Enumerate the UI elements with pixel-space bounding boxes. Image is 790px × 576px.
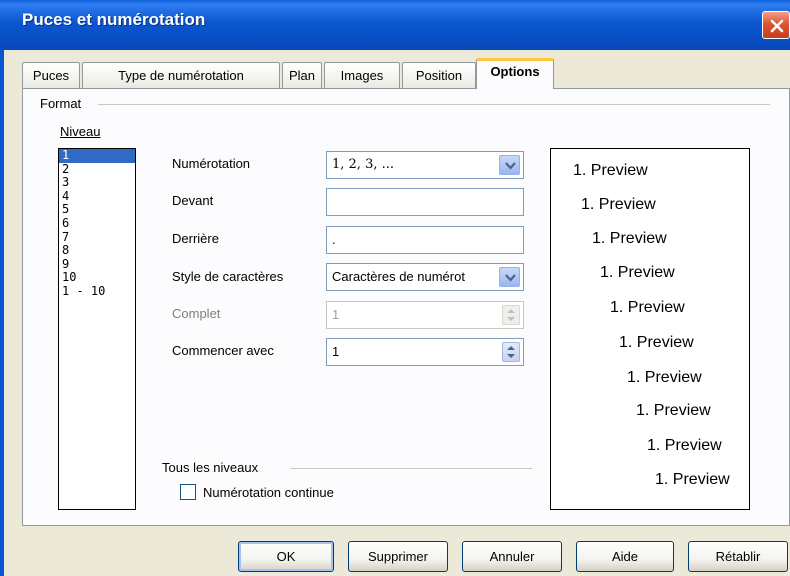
preview-line: 1. Preview [627, 369, 702, 386]
spinner-arrows-icon [507, 309, 515, 321]
tab-label: Puces [32, 68, 70, 83]
tab-puces[interactable]: Puces [22, 62, 80, 88]
format-group-label: Format [40, 96, 82, 111]
level-item[interactable]: 2 [59, 162, 135, 177]
complete-spinner-buttons [502, 305, 520, 325]
continuous-numbering-label[interactable]: Numérotation continue [203, 485, 334, 500]
start-at-value: 1 [332, 344, 340, 359]
all-levels-separator [290, 468, 532, 469]
help-button[interactable]: Aide [576, 541, 674, 572]
char-style-select[interactable]: Caractères de numérot [326, 263, 524, 291]
button-label: Annuler [489, 549, 535, 564]
numbering-label: Numérotation [172, 156, 251, 171]
format-separator [98, 104, 770, 105]
tab-label: Type de numérotation [118, 68, 244, 83]
preview-line: 1. Preview [600, 264, 675, 281]
title-bar: Puces et numérotation [0, 0, 790, 50]
level-label: Niveau [60, 124, 101, 139]
level-item[interactable]: 10 [59, 271, 135, 285]
before-input[interactable] [326, 188, 524, 216]
start-at-spinner[interactable]: 1 [326, 338, 524, 366]
before-label: Devant [172, 193, 214, 208]
cancel-button[interactable]: Annuler [462, 541, 562, 572]
numbering-value: 1, 2, 3, ... [332, 157, 395, 172]
preview-box: 1. Preview 1. Preview 1. Preview 1. Prev… [550, 148, 750, 510]
button-label: Aide [611, 549, 639, 564]
button-label: OK [276, 549, 296, 564]
tab-label: Images [340, 68, 384, 83]
char-style-label: Style de caractères [172, 269, 284, 284]
ok-button[interactable]: OK [238, 541, 334, 572]
preview-line: 1. Preview [619, 334, 694, 351]
level-item[interactable]: 3 [59, 176, 135, 190]
preview-line: 1. Preview [655, 471, 730, 488]
complete-spinner: 1 [326, 301, 524, 329]
after-input[interactable]: . [326, 226, 524, 254]
close-icon [770, 19, 784, 33]
preview-line: 1. Preview [610, 299, 685, 316]
tab-position[interactable]: Position [402, 62, 476, 88]
all-levels-group-label: Tous les niveaux [162, 460, 259, 475]
tab-plan[interactable]: Plan [282, 62, 322, 88]
numbering-dropdown-button[interactable] [499, 155, 520, 175]
preview-line: 1. Preview [592, 230, 667, 247]
level-item[interactable]: 5 [59, 203, 135, 217]
complete-label: Complet [172, 306, 221, 321]
close-button[interactable] [762, 11, 790, 39]
chevron-down-icon [505, 162, 516, 170]
level-item[interactable]: 8 [59, 244, 135, 258]
start-at-spinner-buttons[interactable] [502, 342, 520, 362]
numbering-select[interactable]: 1, 2, 3, ... [326, 151, 524, 179]
level-item[interactable]: 4 [59, 189, 135, 204]
after-label: Derrière [172, 231, 219, 246]
spinner-arrows-icon [507, 346, 515, 358]
tab-label: Position [415, 68, 463, 83]
char-style-value: Caractères de numérot [332, 269, 465, 284]
after-value: . [332, 232, 336, 247]
level-item[interactable]: 1 [59, 148, 135, 163]
continuous-numbering-checkbox[interactable] [180, 484, 196, 500]
level-item[interactable]: 6 [59, 216, 135, 231]
preview-line: 1. Preview [647, 437, 722, 454]
preview-line: 1. Preview [573, 162, 648, 179]
char-style-dropdown-button[interactable] [499, 267, 520, 287]
window-frame [0, 50, 4, 576]
preview-line: 1. Preview [581, 196, 656, 213]
window-title: Puces et numérotation [22, 10, 206, 29]
start-at-label: Commencer avec [172, 343, 274, 358]
level-item[interactable]: 9 [59, 257, 135, 272]
complete-value: 1 [332, 307, 340, 322]
tab-type-numerotation[interactable]: Type de numérotation [82, 62, 280, 88]
delete-button[interactable]: Supprimer [348, 541, 448, 572]
reset-button[interactable]: Rétablir [688, 541, 788, 572]
level-list[interactable]: 1 2 3 4 5 6 7 8 9 10 1 - 10 [58, 148, 136, 510]
chevron-down-icon [505, 274, 516, 282]
tab-options[interactable]: Options [476, 58, 554, 89]
button-label: Supprimer [368, 549, 428, 564]
tab-label: Plan [288, 68, 316, 83]
button-label: Rétablir [715, 549, 761, 564]
tab-images[interactable]: Images [324, 62, 400, 88]
level-item[interactable]: 7 [59, 230, 135, 245]
level-item[interactable]: 1 - 10 [59, 284, 135, 299]
tab-label: Options [490, 64, 540, 79]
preview-line: 1. Preview [636, 402, 711, 419]
